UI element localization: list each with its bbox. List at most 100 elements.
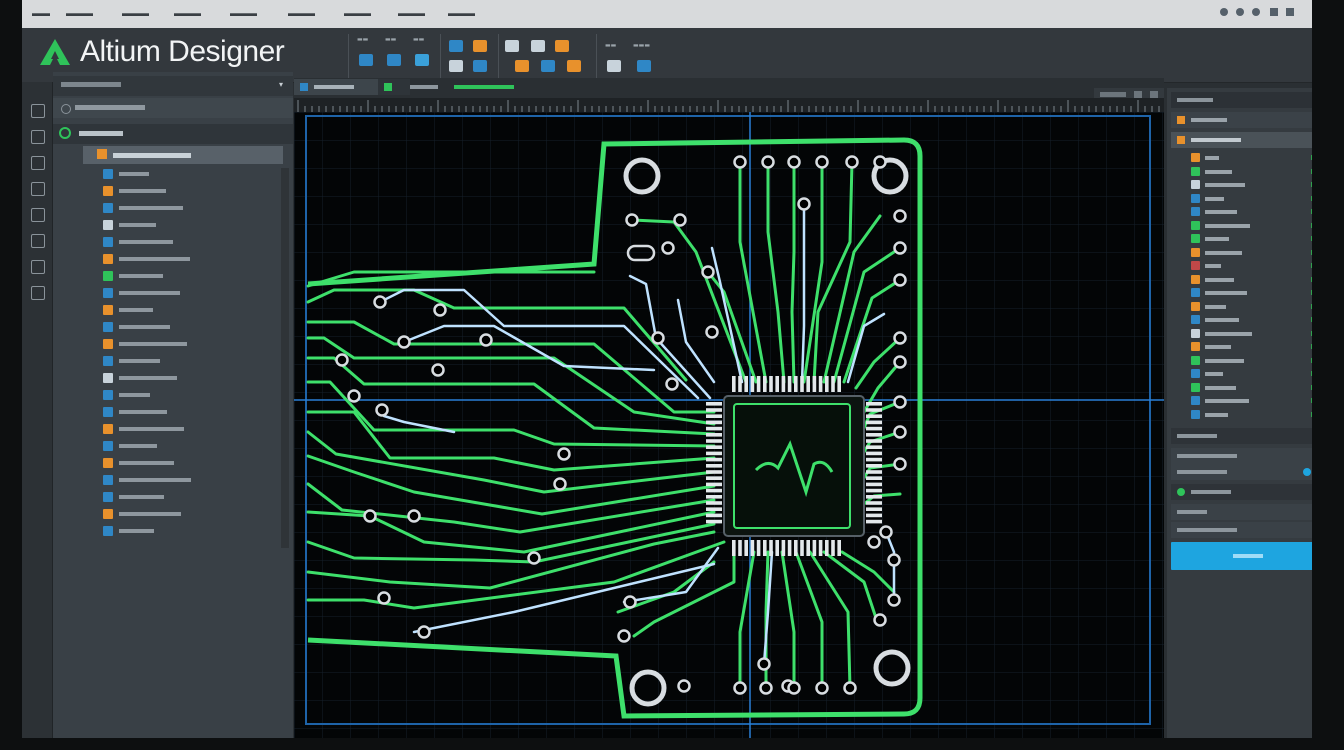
tree-item[interactable]	[83, 219, 283, 232]
toggle-icon[interactable]	[1303, 468, 1311, 476]
via[interactable]	[815, 681, 829, 695]
via[interactable]	[661, 241, 675, 255]
minimize-icon[interactable]	[1270, 8, 1278, 16]
tab-pcb[interactable]	[294, 79, 386, 95]
tree-item[interactable]	[83, 355, 283, 368]
menu-item[interactable]: ▬▬▬	[230, 8, 257, 18]
via[interactable]	[893, 425, 907, 439]
via[interactable]	[417, 625, 431, 639]
via[interactable]	[397, 335, 411, 349]
property-row[interactable]	[1171, 484, 1312, 500]
tree-item[interactable]	[83, 406, 283, 419]
via[interactable]	[757, 657, 771, 671]
tool-icon[interactable]	[473, 40, 487, 52]
property-row[interactable]	[1171, 448, 1312, 464]
tree-item[interactable]	[83, 168, 283, 181]
layer-visibility-icon[interactable]	[1311, 303, 1312, 309]
tree-item[interactable]	[83, 389, 283, 402]
tree-item[interactable]	[83, 253, 283, 266]
scrollbar[interactable]	[281, 168, 289, 548]
layer-visibility-icon[interactable]	[1311, 155, 1312, 160]
via[interactable]	[553, 477, 567, 491]
via[interactable]	[787, 681, 801, 695]
layer-visibility-icon[interactable]	[1311, 236, 1312, 241]
tree-item[interactable]	[83, 270, 283, 283]
via[interactable]	[893, 273, 907, 287]
layer-visibility-icon[interactable]	[1311, 263, 1312, 268]
layer-row[interactable]	[1175, 193, 1312, 205]
menu-item[interactable]: ▬▬▬	[122, 8, 149, 18]
tool-icon[interactable]	[515, 60, 529, 72]
search-row[interactable]	[53, 98, 293, 118]
via[interactable]	[623, 595, 637, 609]
layer-visibility-icon[interactable]	[1311, 209, 1312, 214]
tool-icon[interactable]	[359, 54, 373, 66]
via[interactable]	[617, 629, 631, 643]
menu-item[interactable]: ▬▬▬	[174, 8, 201, 18]
project-root-row[interactable]	[53, 124, 293, 144]
via[interactable]	[479, 333, 493, 347]
property-row[interactable]	[1171, 522, 1312, 538]
tool-icon[interactable]	[541, 60, 555, 72]
property-row[interactable]	[1171, 464, 1312, 480]
layer-row[interactable]	[1175, 260, 1312, 272]
via[interactable]	[893, 457, 907, 471]
tool-icon[interactable]	[555, 40, 569, 52]
layer-row[interactable]	[1175, 233, 1312, 245]
via[interactable]	[651, 331, 665, 345]
via[interactable]	[733, 155, 747, 169]
control-icon[interactable]	[1220, 8, 1228, 16]
tree-item[interactable]	[83, 423, 283, 436]
layer-visibility-icon[interactable]	[1311, 290, 1312, 295]
via[interactable]	[377, 591, 391, 605]
layer-visibility-icon[interactable]	[1311, 384, 1312, 390]
layer-visibility-icon[interactable]	[1311, 398, 1312, 403]
layer-row[interactable]	[1175, 314, 1312, 326]
layer-visibility-icon[interactable]	[1311, 411, 1312, 417]
layer-visibility-icon[interactable]	[1311, 276, 1312, 282]
layer-row[interactable]	[1175, 355, 1312, 367]
via[interactable]	[873, 613, 887, 627]
via[interactable]	[815, 155, 829, 169]
layer-visibility-icon[interactable]	[1311, 249, 1312, 255]
apply-button[interactable]	[1171, 542, 1312, 570]
tree-item[interactable]	[83, 338, 283, 351]
selected-layer-row[interactable]	[1171, 132, 1312, 148]
control-icon[interactable]	[1252, 8, 1260, 16]
via[interactable]	[705, 325, 719, 339]
via[interactable]	[673, 213, 687, 227]
via[interactable]	[893, 241, 907, 255]
layer-row[interactable]	[1175, 287, 1312, 299]
layer-row[interactable]	[1175, 301, 1312, 313]
tree-item[interactable]	[83, 236, 283, 249]
layer-row[interactable]	[1175, 341, 1312, 353]
tool-icon[interactable]	[531, 40, 545, 52]
layer-row[interactable]	[1175, 247, 1312, 259]
tool-icon[interactable]	[449, 60, 463, 72]
layer-visibility-icon[interactable]	[1311, 330, 1312, 336]
menu-item[interactable]: ▬▬	[32, 8, 50, 18]
zoom-icon[interactable]	[637, 60, 651, 72]
layer-visibility-icon[interactable]	[1311, 371, 1312, 376]
grid-icon[interactable]	[607, 60, 621, 72]
via[interactable]	[843, 681, 857, 695]
via[interactable]	[887, 553, 901, 567]
route-icon[interactable]	[449, 40, 463, 52]
via[interactable]	[879, 525, 893, 539]
tree-item[interactable]	[83, 440, 283, 453]
via[interactable]	[665, 377, 679, 391]
tool-icon[interactable]	[415, 54, 429, 66]
tree-item[interactable]	[83, 202, 283, 215]
tree-item[interactable]	[83, 457, 283, 470]
layer-visibility-icon[interactable]	[1311, 222, 1312, 228]
via[interactable]	[433, 303, 447, 317]
tree-item[interactable]	[83, 525, 283, 538]
search-input[interactable]	[75, 105, 145, 110]
via[interactable]	[893, 331, 907, 345]
via[interactable]	[557, 447, 571, 461]
tool-icon[interactable]	[387, 54, 401, 66]
layer-visibility-icon[interactable]	[1311, 168, 1312, 174]
via[interactable]	[893, 395, 907, 409]
layer-visibility-icon[interactable]	[1311, 344, 1312, 349]
via[interactable]	[759, 681, 773, 695]
